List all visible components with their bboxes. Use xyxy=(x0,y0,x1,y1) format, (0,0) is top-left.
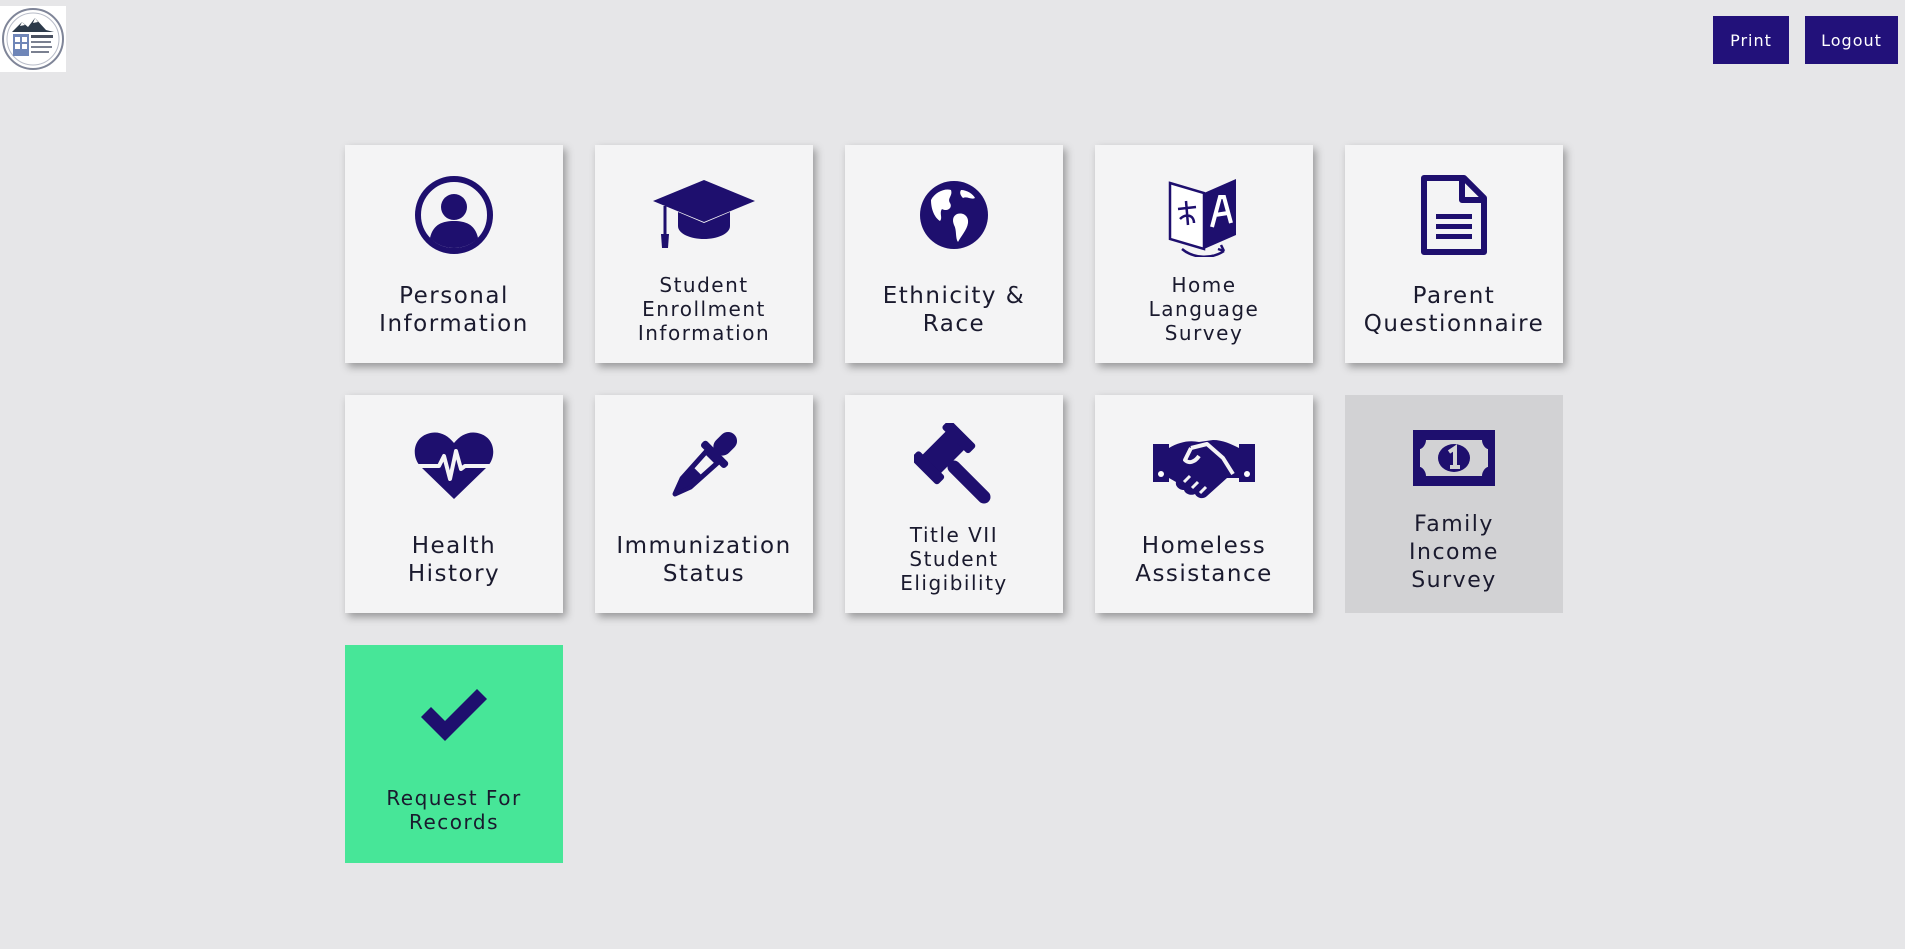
tile-label: Request For Records xyxy=(386,786,522,834)
language-icon xyxy=(1168,179,1236,257)
header-actions: Print Logout xyxy=(1713,16,1898,64)
app-page: Print Logout Personal Information Studen… xyxy=(0,0,1905,949)
graduation-cap-icon xyxy=(653,180,755,248)
print-button[interactable]: Print xyxy=(1713,16,1789,64)
logout-button[interactable]: Logout xyxy=(1805,16,1898,64)
tile-health-history[interactable]: Health History xyxy=(345,395,563,613)
heartbeat-icon xyxy=(414,432,494,499)
district-logo xyxy=(0,6,66,72)
tile-label: Family Income Survey xyxy=(1409,512,1499,593)
tile-parent-questionnaire[interactable]: Parent Questionnaire xyxy=(1345,145,1563,363)
user-circle-icon xyxy=(415,176,493,254)
tile-label: Homeless Assistance xyxy=(1135,533,1273,587)
tile-personal-information[interactable]: Personal Information xyxy=(345,145,563,363)
document-icon xyxy=(1421,175,1487,255)
tile-label: Title VII Student Eligibility xyxy=(900,523,1008,595)
tile-label: Ethnicity & Race xyxy=(882,283,1026,337)
tile-homeless-assistance[interactable]: Homeless Assistance xyxy=(1095,395,1313,613)
tile-label: Personal Information xyxy=(379,283,529,337)
tile-home-language-survey[interactable]: Home Language Survey xyxy=(1095,145,1313,363)
tile-label: Health History xyxy=(407,533,501,587)
tile-request-for-records[interactable]: Request For Records xyxy=(345,645,563,863)
gavel-icon xyxy=(914,423,991,504)
tile-label: Home Language Survey xyxy=(1148,273,1260,345)
tile-student-enrollment-information[interactable]: Student Enrollment Information xyxy=(595,145,813,363)
check-icon xyxy=(421,689,487,741)
tile-ethnicity-race[interactable]: Ethnicity & Race xyxy=(845,145,1063,363)
tile-title-vii-student-eligibility[interactable]: Title VII Student Eligibility xyxy=(845,395,1063,613)
tile-label: Immunization Status xyxy=(616,533,792,587)
tile-immunization-status[interactable]: Immunization Status xyxy=(595,395,813,613)
tile-label: Student Enrollment Information xyxy=(637,273,771,345)
form-tile-grid: Personal Information Student Enrollment … xyxy=(345,145,1563,863)
money-bill-icon xyxy=(1413,430,1495,486)
tile-label: Parent Questionnaire xyxy=(1363,283,1545,337)
handshake-icon xyxy=(1153,440,1255,499)
eyedropper-icon xyxy=(672,431,738,497)
tile-family-income-survey[interactable]: Family Income Survey xyxy=(1345,395,1563,613)
globe-icon xyxy=(920,181,988,249)
